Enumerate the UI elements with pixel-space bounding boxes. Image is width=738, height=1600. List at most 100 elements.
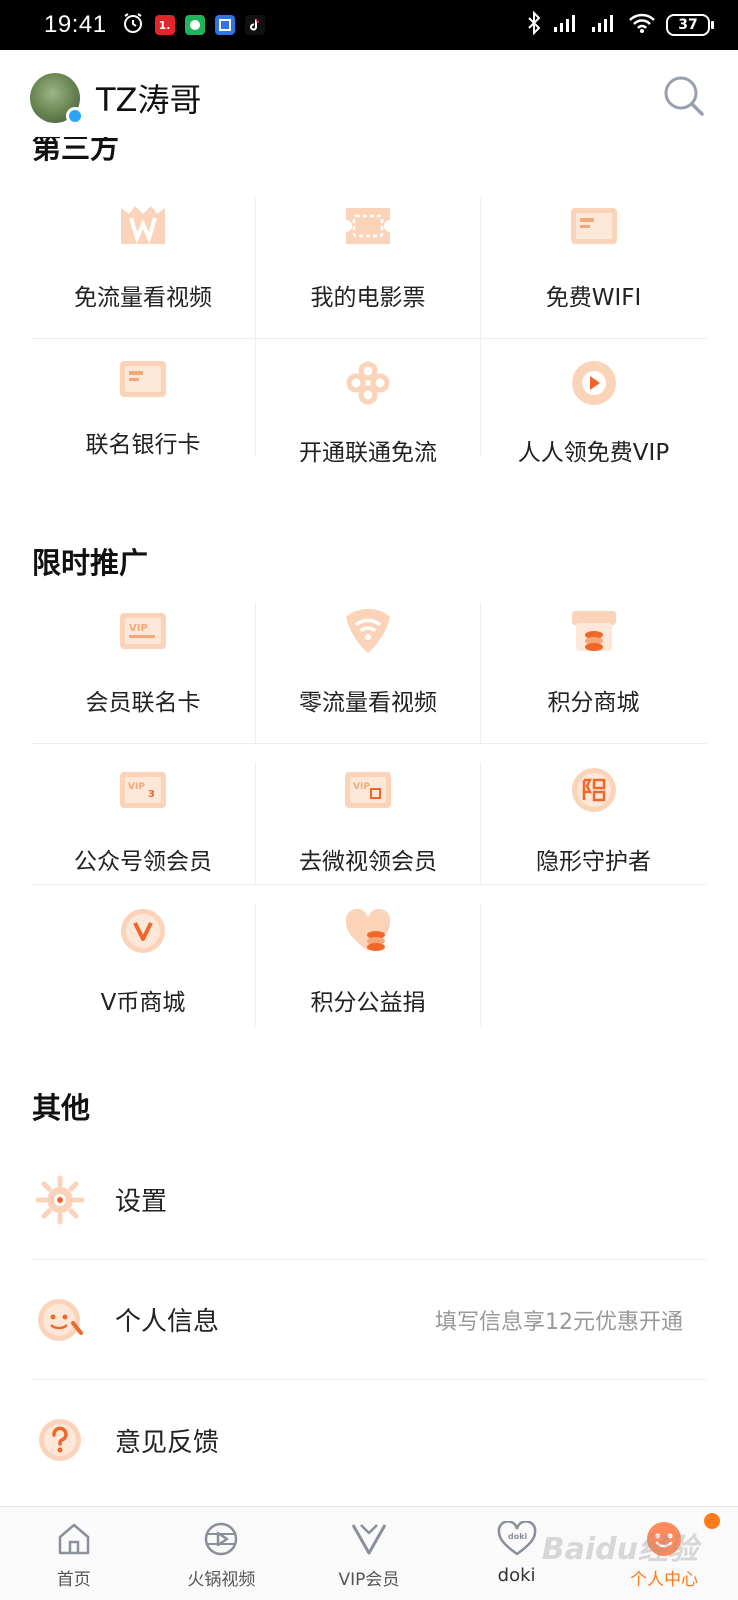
status-bar: 19:41 1. 37 <box>0 0 738 50</box>
other-list: 设置 个人信息 填写信息享12元优惠开通 意见反馈 <box>31 1140 707 1500</box>
grid-item-label: 积分公益捐 <box>310 990 426 1016</box>
grid-item-movie-ticket[interactable]: 我的电影票 <box>256 198 481 338</box>
question-icon <box>35 1415 85 1465</box>
section-title-limited-promo: 限时推广 <box>32 546 149 580</box>
grid-item-invisible-guardian[interactable]: 隐形守护者 <box>481 762 706 884</box>
grid-item-free-wifi[interactable]: 免费WIFI <box>481 198 706 338</box>
nav-home[interactable]: 首页 <box>0 1507 148 1600</box>
grid-item-official-account-member[interactable]: VIP 3 公众号领会员 <box>31 762 256 884</box>
v-coin-icon <box>115 903 171 959</box>
grid-item-empty <box>481 903 706 1026</box>
signal-icon <box>552 13 580 37</box>
list-item-feedback[interactable]: 意见反馈 <box>31 1380 707 1500</box>
username[interactable]: TZ涛哥 <box>96 75 201 121</box>
list-item-personal-info[interactable]: 个人信息 填写信息享12元优惠开通 <box>31 1260 707 1380</box>
nav-label: doki <box>497 1565 536 1586</box>
grid-item-bank-card[interactable]: 联名银行卡 <box>31 339 256 458</box>
section-title-third-party: 第三方 <box>32 137 120 165</box>
grid-row: 联名银行卡 开通联通免流 人人领免费VIP <box>31 339 707 466</box>
nav-hotpot-video[interactable]: 火锅视频 <box>148 1507 296 1600</box>
svg-text:doki: doki <box>508 1532 528 1541</box>
grid-item-label: 人人领免费VIP <box>517 440 670 466</box>
vip-month-card-icon: VIP <box>340 762 396 818</box>
grid-item-label: 免流量看视频 <box>74 285 212 311</box>
nav-label: 个人中心 <box>630 1570 699 1590</box>
grid-item-zero-data-video[interactable]: 零流量看视频 <box>256 603 481 743</box>
home-icon <box>54 1519 94 1559</box>
vip-card-icon: VIP <box>115 603 171 659</box>
notification-dot <box>703 1513 720 1529</box>
bottom-nav: 首页 火锅视频 VIP会员 doki doki 个人中心 <box>0 1506 738 1600</box>
grid-item-free-vip[interactable]: 人人领免费VIP <box>481 339 706 466</box>
grid-item-v-coin-mall[interactable]: V币商城 <box>31 903 256 1026</box>
bluetooth-icon <box>526 10 542 39</box>
grid-item-unicom[interactable]: 开通联通免流 <box>256 339 481 466</box>
grid-row: VIP 3 公众号领会员 VIP 去微视领会员 隐形守护者 <box>31 744 707 885</box>
grid-item-label: 零流量看视频 <box>299 690 437 716</box>
app-notification-icon: 1. <box>154 15 175 35</box>
chat-app-icon <box>184 15 205 35</box>
grid-item-label: 开通联通免流 <box>299 440 437 466</box>
grid-item-weishi-member[interactable]: VIP 去微视领会员 <box>256 762 481 884</box>
grid-item-label: 积分商城 <box>547 690 640 716</box>
promo-grid: VIP 会员联名卡 零流量看视频 积分商城 VIP 3 公众号领会员 VIP 去… <box>31 603 707 1026</box>
unicom-knot-icon <box>340 357 396 409</box>
docs-app-icon <box>214 15 235 35</box>
grid-item-label: 联名银行卡 <box>85 432 201 458</box>
nav-label: VIP会员 <box>338 1570 400 1590</box>
status-left-icons: 1. <box>121 11 265 39</box>
profile-face-icon <box>644 1519 684 1559</box>
play-circle-icon <box>566 357 622 409</box>
nav-label: 火锅视频 <box>187 1570 256 1590</box>
doki-heart-icon: doki <box>497 1519 537 1559</box>
svg-text:VIP: VIP <box>128 782 145 792</box>
search-button[interactable] <box>660 74 708 122</box>
nav-profile[interactable]: 个人中心 <box>590 1507 738 1600</box>
grid-item-points-donation[interactable]: 积分公益捐 <box>256 903 481 1026</box>
hidden-seal-icon <box>566 762 622 818</box>
grid-item-label: V币商城 <box>100 990 186 1016</box>
grid-row: V币商城 积分公益捐 <box>31 885 707 1026</box>
signal-icon-2 <box>590 13 618 37</box>
grid-item-label: 隐形守护者 <box>536 849 651 875</box>
personal-info-hint: 填写信息享12元优惠开通 <box>435 1309 683 1335</box>
heart-coins-icon <box>340 903 396 959</box>
avatar[interactable] <box>30 73 84 125</box>
grid-item-label: 会员联名卡 <box>85 690 201 716</box>
avatar-badge <box>66 107 84 125</box>
tiktok-icon <box>244 15 265 35</box>
coin-store-icon <box>566 603 622 659</box>
grid-item-member-card[interactable]: VIP 会员联名卡 <box>31 603 256 743</box>
bank-card-icon <box>115 357 171 401</box>
crown-w-icon <box>115 198 171 254</box>
ticket-icon <box>340 198 396 254</box>
card-icon <box>566 198 622 254</box>
alarm-icon <box>121 11 145 39</box>
battery-icon: 37 <box>666 14 714 36</box>
list-item-settings[interactable]: 设置 <box>31 1140 707 1260</box>
search-icon <box>662 74 706 122</box>
vip-v-icon <box>349 1519 389 1559</box>
nav-doki[interactable]: doki doki <box>443 1507 591 1600</box>
grid-item-free-data-video[interactable]: 免流量看视频 <box>31 198 256 338</box>
section-title-other: 其他 <box>32 1091 91 1125</box>
wifi-icon <box>628 12 656 38</box>
status-right-icons: 37 <box>526 10 714 39</box>
nav-vip[interactable]: VIP会员 <box>295 1507 443 1600</box>
wifi-shield-icon <box>340 603 396 659</box>
list-item-label: 个人信息 <box>115 1307 220 1337</box>
face-wrench-icon <box>35 1295 85 1345</box>
grid-row: 免流量看视频 我的电影票 免费WIFI <box>31 198 707 339</box>
grid-item-label: 我的电影票 <box>310 285 426 311</box>
list-item-label: 设置 <box>115 1187 168 1217</box>
grid-item-label: 去微视领会员 <box>299 849 437 875</box>
vip-3day-card-icon: VIP 3 <box>115 762 171 818</box>
grid-item-label: 免费WIFI <box>545 285 642 311</box>
grid-row: VIP 会员联名卡 零流量看视频 积分商城 <box>31 603 707 744</box>
status-time: 19:41 <box>44 11 107 38</box>
svg-text:VIP: VIP <box>353 782 370 792</box>
gear-icon <box>35 1175 85 1225</box>
nav-label: 首页 <box>56 1570 91 1590</box>
svg-text:VIP: VIP <box>129 623 148 634</box>
grid-item-points-mall[interactable]: 积分商城 <box>481 603 706 743</box>
